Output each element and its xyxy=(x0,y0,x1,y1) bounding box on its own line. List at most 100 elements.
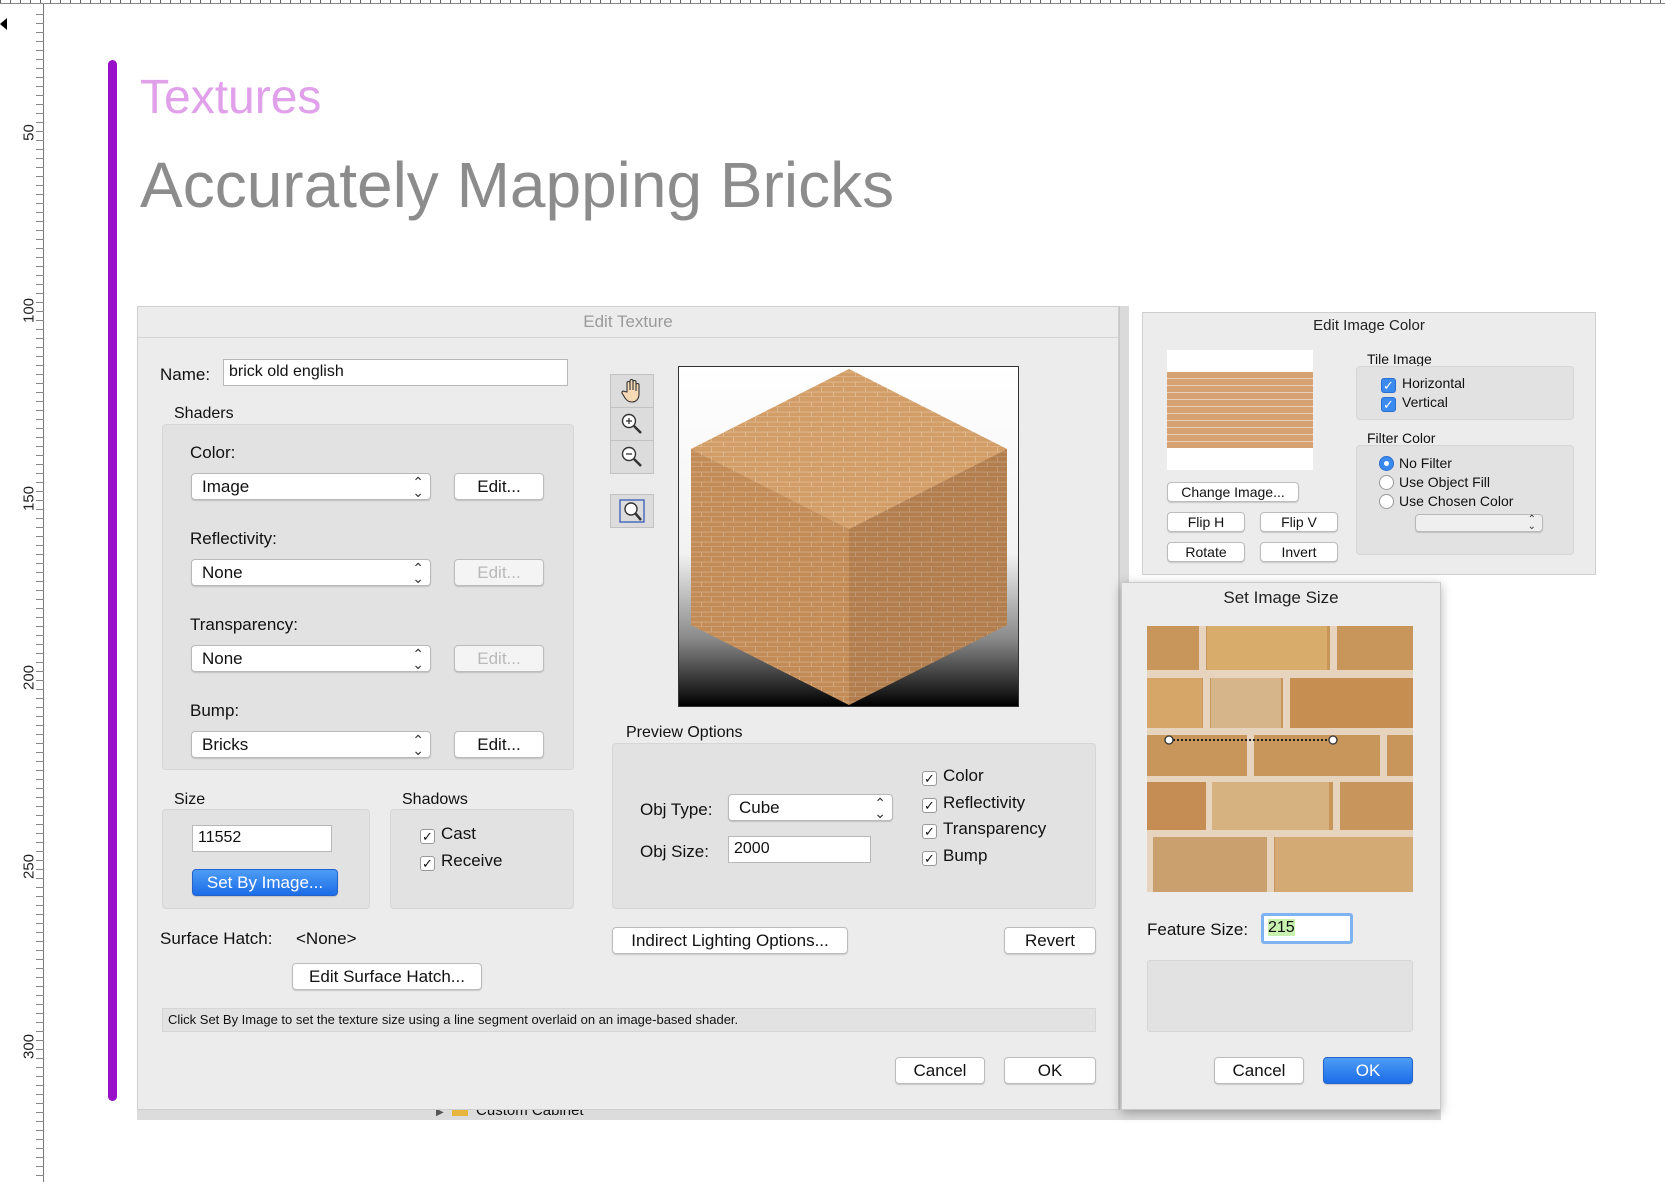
preview-color-checkbox[interactable]: ✓ Color xyxy=(922,766,984,786)
ruler-tick xyxy=(36,1022,44,1023)
preview-options-label: Preview Options xyxy=(626,724,743,741)
checkbox-checked-icon: ✓ xyxy=(420,829,435,844)
ruler-tick xyxy=(36,689,44,690)
obj-size-field[interactable]: 2000 xyxy=(728,836,871,863)
ruler-tick xyxy=(36,905,44,906)
ruler-tick xyxy=(36,140,44,141)
ruler-tick xyxy=(36,545,44,546)
shadows-label: Shadows xyxy=(402,791,468,808)
accent-bar xyxy=(108,60,117,1101)
zoom-in-tool-button[interactable] xyxy=(610,407,654,441)
ruler-tick xyxy=(36,167,44,168)
dialog-title: Set Image Size xyxy=(1223,588,1339,607)
reflectivity-edit-button[interactable]: Edit... xyxy=(454,559,544,586)
ruler-tick xyxy=(36,212,44,213)
chevron-updown-icon: ⌃ ⌄ xyxy=(412,560,424,586)
rotate-button[interactable]: Rotate xyxy=(1167,542,1245,562)
chosen-color-popup[interactable]: ⌃ ⌄ xyxy=(1415,514,1543,532)
ok-button[interactable]: OK xyxy=(1004,1057,1096,1084)
ruler-tick xyxy=(36,95,44,96)
size-label: Size xyxy=(174,791,206,808)
preview-bump-checkbox[interactable]: ✓ Bump xyxy=(922,846,987,866)
bump-shader-popup[interactable]: Bricks ⌃ ⌄ xyxy=(191,731,431,758)
preview-transparency-checkbox[interactable]: ✓ Transparency xyxy=(922,819,1046,839)
ruler-tick xyxy=(36,1166,44,1167)
ruler-tick xyxy=(36,968,44,969)
transparency-shader-popup[interactable]: None ⌃ ⌄ xyxy=(191,645,431,672)
ruler-tick xyxy=(36,185,44,186)
ruler-tick xyxy=(36,554,44,555)
ruler-tick xyxy=(36,770,44,771)
cancel-button[interactable]: Cancel xyxy=(1214,1057,1304,1084)
ruler-tick xyxy=(36,347,44,348)
ruler-tick xyxy=(36,410,44,411)
obj-size-label: Obj Size: xyxy=(640,842,709,861)
transparency-edit-button[interactable]: Edit... xyxy=(454,645,544,672)
checkbox-label: Bump xyxy=(943,846,988,865)
bump-edit-button[interactable]: Edit... xyxy=(454,731,544,758)
preview-reflectivity-checkbox[interactable]: ✓ Reflectivity xyxy=(922,793,1025,813)
no-filter-radio[interactable]: No Filter xyxy=(1379,455,1452,471)
revert-button[interactable]: Revert xyxy=(1004,927,1096,954)
color-shader-popup[interactable]: Image ⌃ ⌄ xyxy=(191,473,431,500)
ruler-label: 300 xyxy=(20,1033,38,1060)
ruler-tick xyxy=(36,1076,44,1077)
ruler-tick xyxy=(36,797,44,798)
indirect-lighting-options-button[interactable]: Indirect Lighting Options... xyxy=(612,927,848,954)
popup-value: None xyxy=(202,563,243,582)
radio-label: Use Object Fill xyxy=(1399,474,1491,490)
ruler-tick xyxy=(36,1004,44,1005)
checkbox-checked-icon: ✓ xyxy=(1381,378,1396,393)
ruler-tick xyxy=(36,473,44,474)
use-object-fill-radio[interactable]: Use Object Fill xyxy=(1379,474,1490,490)
size-field[interactable]: 11552 xyxy=(192,825,332,852)
brick-texture-image xyxy=(1147,626,1413,892)
popup-value: None xyxy=(202,649,243,668)
ruler-tick xyxy=(36,1121,44,1122)
cancel-button[interactable]: Cancel xyxy=(895,1057,985,1084)
feature-size-field[interactable]: 215 xyxy=(1261,913,1353,944)
obj-type-popup[interactable]: Cube ⌃ ⌄ xyxy=(728,794,893,821)
horizontal-checkbox[interactable]: ✓ Horizontal xyxy=(1381,375,1465,393)
zoom-fit-tool-button[interactable] xyxy=(610,494,654,528)
radio-selected-icon xyxy=(1379,456,1394,471)
ruler-tick xyxy=(36,59,44,60)
ruler-tick xyxy=(36,356,44,357)
cast-checkbox[interactable]: ✓ Cast xyxy=(420,824,476,844)
shaders-label: Shaders xyxy=(174,405,234,422)
ruler-tick xyxy=(36,1031,44,1032)
ruler-tick xyxy=(36,563,44,564)
ruler-tick xyxy=(36,716,44,717)
ok-button[interactable]: OK xyxy=(1323,1057,1413,1084)
ruler-label: 150 xyxy=(20,485,38,512)
ruler-tick xyxy=(36,311,44,312)
vertical-checkbox[interactable]: ✓ Vertical xyxy=(1381,394,1448,412)
use-chosen-color-radio[interactable]: Use Chosen Color xyxy=(1379,493,1513,509)
reflectivity-shader-popup[interactable]: None ⌃ ⌄ xyxy=(191,559,431,586)
ruler-tick xyxy=(36,527,44,528)
receive-checkbox[interactable]: ✓ Receive xyxy=(420,851,502,871)
checkbox-label: Cast xyxy=(441,824,476,843)
ruler-tick xyxy=(36,995,44,996)
checkbox-label: Horizontal xyxy=(1402,375,1466,391)
edit-surface-hatch-button[interactable]: Edit Surface Hatch... xyxy=(292,963,482,990)
hand-tool-button[interactable] xyxy=(610,374,654,408)
ruler-tick xyxy=(36,158,44,159)
name-field[interactable]: brick old english xyxy=(223,359,568,386)
color-edit-button[interactable]: Edit... xyxy=(454,473,544,500)
ruler-tick xyxy=(36,1130,44,1131)
change-image-button[interactable]: Change Image... xyxy=(1167,482,1299,502)
obj-type-label: Obj Type: xyxy=(640,800,713,819)
flip-v-button[interactable]: Flip V xyxy=(1260,512,1338,532)
ruler-tick xyxy=(36,239,44,240)
ruler-tick xyxy=(36,401,44,402)
popup-value: Cube xyxy=(739,798,780,817)
set-by-image-button[interactable]: Set By Image... xyxy=(192,869,338,896)
popup-value: Bricks xyxy=(202,735,249,754)
zoom-out-tool-button[interactable] xyxy=(610,440,654,474)
ruler-tick xyxy=(36,68,44,69)
ruler-tick xyxy=(36,599,44,600)
flip-h-button[interactable]: Flip H xyxy=(1167,512,1245,532)
ruler-tick xyxy=(36,590,44,591)
invert-button[interactable]: Invert xyxy=(1260,542,1338,562)
